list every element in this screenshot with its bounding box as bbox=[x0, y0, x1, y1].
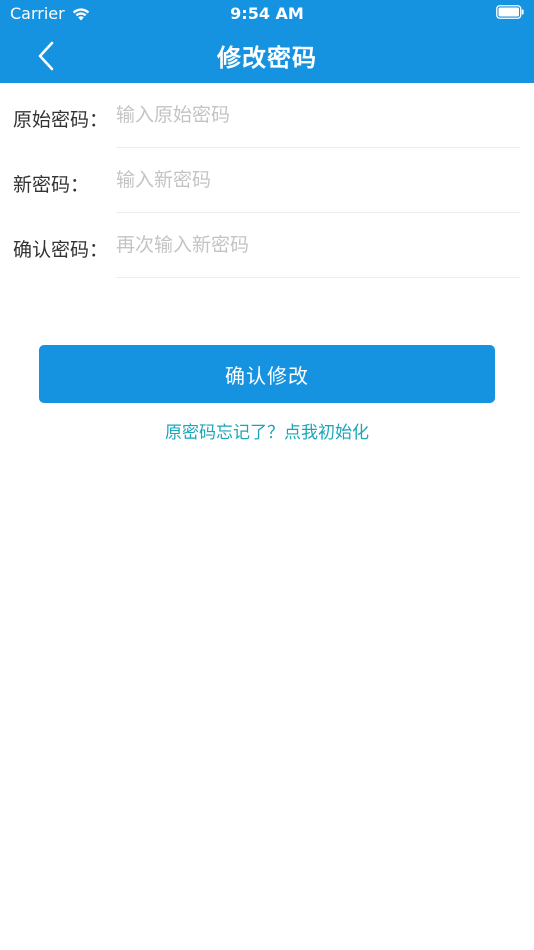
navigation-bar: 修改密码 bbox=[0, 28, 534, 83]
new-password-row: 新密码： bbox=[0, 148, 534, 213]
original-password-row: 原始密码： bbox=[0, 83, 534, 148]
new-password-label: 新密码： bbox=[13, 174, 90, 196]
status-time: 9:54 AM bbox=[230, 4, 304, 23]
forgot-password-link[interactable]: 原密码忘记了？点我初始化 bbox=[0, 418, 534, 443]
app-header: Carrier 9:54 AM 修改密码 bbox=[0, 0, 534, 83]
confirm-password-input[interactable] bbox=[116, 227, 516, 263]
status-bar: Carrier 9:54 AM bbox=[0, 0, 534, 28]
original-password-label: 原始密码： bbox=[13, 109, 109, 131]
row-divider bbox=[116, 277, 520, 278]
confirm-change-button[interactable]: 确认修改 bbox=[39, 345, 495, 403]
confirm-password-label: 确认密码： bbox=[13, 239, 109, 261]
change-password-form: 原始密码： 新密码： 确认密码： bbox=[0, 83, 534, 278]
battery-icon bbox=[496, 5, 524, 19]
original-password-input[interactable] bbox=[116, 97, 516, 133]
confirm-password-row: 确认密码： bbox=[0, 213, 534, 278]
page-title: 修改密码 bbox=[217, 44, 317, 72]
new-password-input[interactable] bbox=[116, 162, 516, 198]
